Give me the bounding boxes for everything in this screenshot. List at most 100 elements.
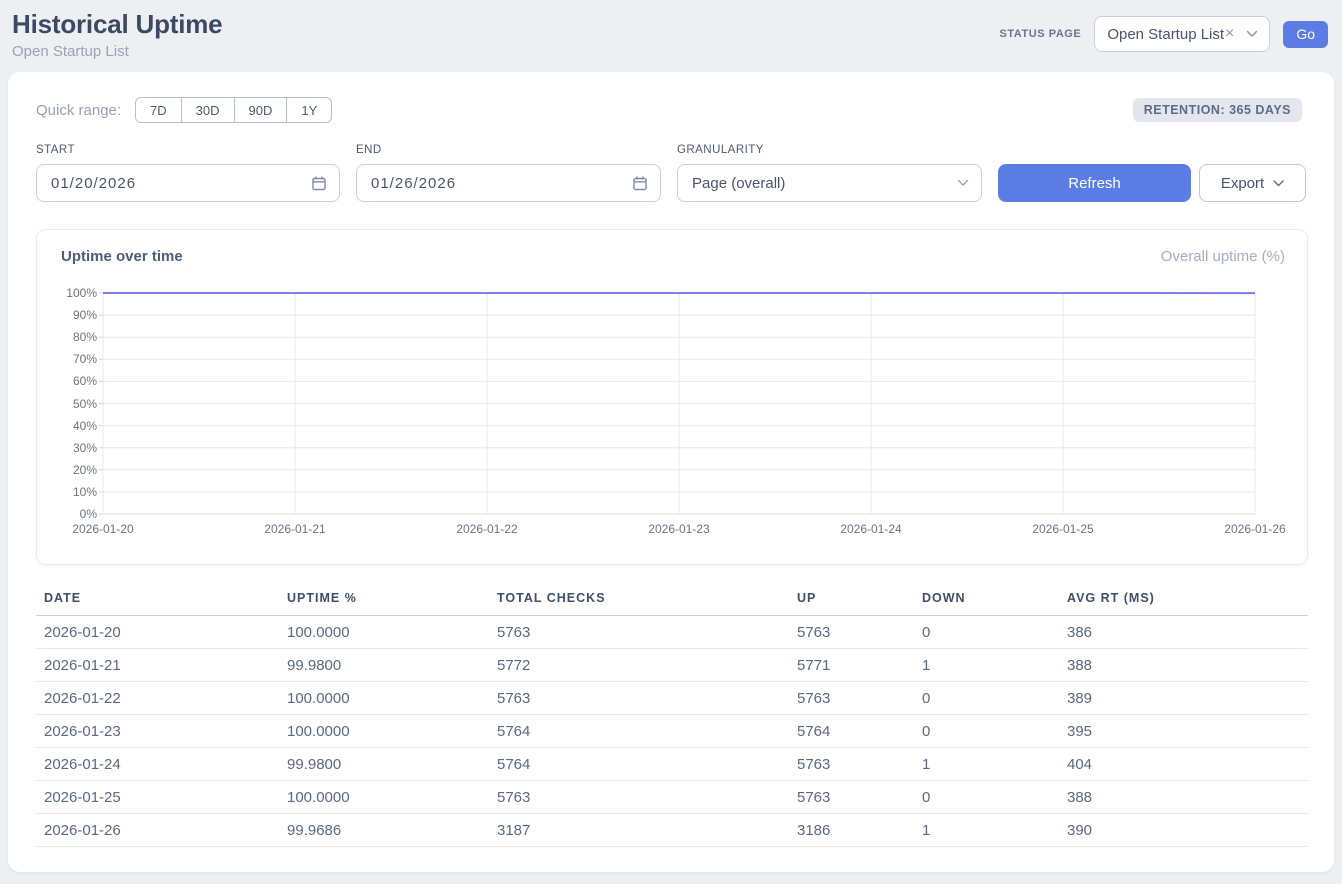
end-date-input[interactable]: 01/26/2026	[356, 164, 661, 202]
table-cell: 5764	[489, 723, 789, 740]
x-axis-tick-label: 2026-01-20	[72, 522, 133, 536]
start-date-field: START 01/20/2026	[36, 144, 340, 202]
quick-range-90d-button[interactable]: 90D	[234, 97, 288, 123]
table-cell: 389	[1059, 690, 1308, 707]
status-page-select[interactable]: Open Startup List ×	[1094, 16, 1270, 52]
quick-range-group: 7D30D90D1Y	[135, 97, 332, 123]
table-cell: 0	[914, 624, 1059, 641]
table-row: 2026-01-2699.9686318731861390	[36, 814, 1308, 847]
retention-badge: RETENTION: 365 DAYS	[1133, 98, 1302, 122]
calendar-icon[interactable]	[632, 175, 648, 191]
chart-card: Uptime over time Overall uptime (%) 0% 10…	[36, 229, 1308, 565]
main-card: Quick range: 7D30D90D1Y RETENTION: 365 D…	[8, 72, 1334, 872]
table-cell: 3186	[789, 822, 914, 839]
quick-range-30d-button[interactable]: 30D	[181, 97, 235, 123]
x-axis-tick-label: 2026-01-26	[1224, 522, 1285, 536]
y-axis-tick-label: 0%	[61, 507, 97, 521]
table-cell: 100.0000	[279, 624, 489, 641]
y-axis-tick-label: 100%	[61, 286, 97, 300]
table-column-header: AVG RT (MS)	[1059, 591, 1308, 605]
table-cell: 2026-01-26	[36, 822, 279, 839]
table-cell: 5764	[489, 756, 789, 773]
table-cell: 100.0000	[279, 723, 489, 740]
table-cell: 388	[1059, 789, 1308, 806]
y-axis-tick-label: 80%	[61, 330, 97, 344]
table-cell: 1	[914, 822, 1059, 839]
uptime-table: DATEUPTIME %TOTAL CHECKSUPDOWNAVG RT (MS…	[36, 591, 1308, 847]
status-page-label: STATUS PAGE	[999, 28, 1081, 40]
table-cell: 388	[1059, 657, 1308, 674]
chart-legend: Overall uptime (%)	[1161, 248, 1285, 265]
calendar-icon[interactable]	[311, 175, 327, 191]
chevron-down-icon	[1273, 180, 1284, 187]
end-date-field: END 01/26/2026	[356, 144, 661, 202]
quick-range-1y-button[interactable]: 1Y	[286, 97, 332, 123]
go-button[interactable]: Go	[1283, 21, 1328, 48]
quick-range-label: Quick range:	[36, 102, 121, 119]
table-cell: 0	[914, 723, 1059, 740]
page-subtitle: Open Startup List	[12, 43, 222, 60]
y-axis-tick-label: 50%	[61, 397, 97, 411]
table-cell: 99.9800	[279, 657, 489, 674]
table-cell: 5771	[789, 657, 914, 674]
page-header: Historical Uptime Open Startup List STAT…	[0, 0, 1342, 72]
table-cell: 100.0000	[279, 789, 489, 806]
table-row: 2026-01-2199.9800577257711388	[36, 649, 1308, 682]
chevron-down-icon	[1246, 30, 1258, 38]
granularity-selected-value: Page (overall)	[692, 175, 785, 192]
start-date-input[interactable]: 01/20/2026	[36, 164, 340, 202]
start-date-value: 01/20/2026	[51, 175, 136, 192]
table-cell: 3187	[489, 822, 789, 839]
granularity-label: GRANULARITY	[677, 144, 982, 156]
table-cell: 5763	[489, 624, 789, 641]
table-cell: 1	[914, 657, 1059, 674]
table-cell: 5764	[789, 723, 914, 740]
x-axis-tick-label: 2026-01-25	[1032, 522, 1093, 536]
chevron-down-icon	[957, 179, 969, 187]
table-cell: 0	[914, 789, 1059, 806]
quick-range-row: Quick range: 7D30D90D1Y RETENTION: 365 D…	[36, 97, 1308, 123]
table-cell: 2026-01-25	[36, 789, 279, 806]
table-cell: 99.9800	[279, 756, 489, 773]
granularity-select[interactable]: Page (overall)	[677, 164, 982, 202]
start-date-label: START	[36, 144, 340, 156]
page-title: Historical Uptime	[12, 9, 222, 40]
export-button-label: Export	[1221, 175, 1264, 192]
chart-plot-area	[103, 293, 1255, 514]
quick-range-7d-button[interactable]: 7D	[135, 97, 182, 123]
table-row: 2026-01-25100.0000576357630388	[36, 781, 1308, 814]
table-cell: 1	[914, 756, 1059, 773]
x-axis-tick-label: 2026-01-23	[648, 522, 709, 536]
table-row: 2026-01-22100.0000576357630389	[36, 682, 1308, 715]
export-button[interactable]: Export	[1199, 164, 1306, 202]
chart-title: Uptime over time	[61, 248, 183, 265]
table-cell: 2026-01-23	[36, 723, 279, 740]
table-header-row: DATEUPTIME %TOTAL CHECKSUPDOWNAVG RT (MS…	[36, 591, 1308, 616]
y-axis-tick-label: 40%	[61, 419, 97, 433]
chart-header: Uptime over time Overall uptime (%)	[61, 248, 1285, 265]
table-cell: 5763	[489, 690, 789, 707]
refresh-button[interactable]: Refresh	[998, 164, 1191, 202]
table-cell: 404	[1059, 756, 1308, 773]
table-cell: 5763	[789, 690, 914, 707]
table-cell: 2026-01-20	[36, 624, 279, 641]
table-column-header: DOWN	[914, 591, 1059, 605]
end-date-value: 01/26/2026	[371, 175, 456, 192]
y-axis-tick-label: 10%	[61, 485, 97, 499]
status-page-selected-value: Open Startup List	[1107, 26, 1224, 43]
table-row: 2026-01-23100.0000576457640395	[36, 715, 1308, 748]
table-cell: 0	[914, 690, 1059, 707]
granularity-field: GRANULARITY Page (overall)	[677, 144, 982, 202]
clear-selection-icon[interactable]: ×	[1225, 25, 1234, 43]
y-axis-tick-label: 20%	[61, 463, 97, 477]
table-cell: 5772	[489, 657, 789, 674]
table-cell: 5763	[789, 789, 914, 806]
table-cell: 5763	[789, 624, 914, 641]
status-page-controls: STATUS PAGE Open Startup List × Go	[999, 16, 1328, 52]
table-cell: 2026-01-21	[36, 657, 279, 674]
table-column-header: UPTIME %	[279, 591, 489, 605]
table-column-header: DATE	[36, 591, 279, 605]
x-axis-tick-label: 2026-01-21	[264, 522, 325, 536]
table-cell: 100.0000	[279, 690, 489, 707]
y-axis-tick-label: 30%	[61, 441, 97, 455]
